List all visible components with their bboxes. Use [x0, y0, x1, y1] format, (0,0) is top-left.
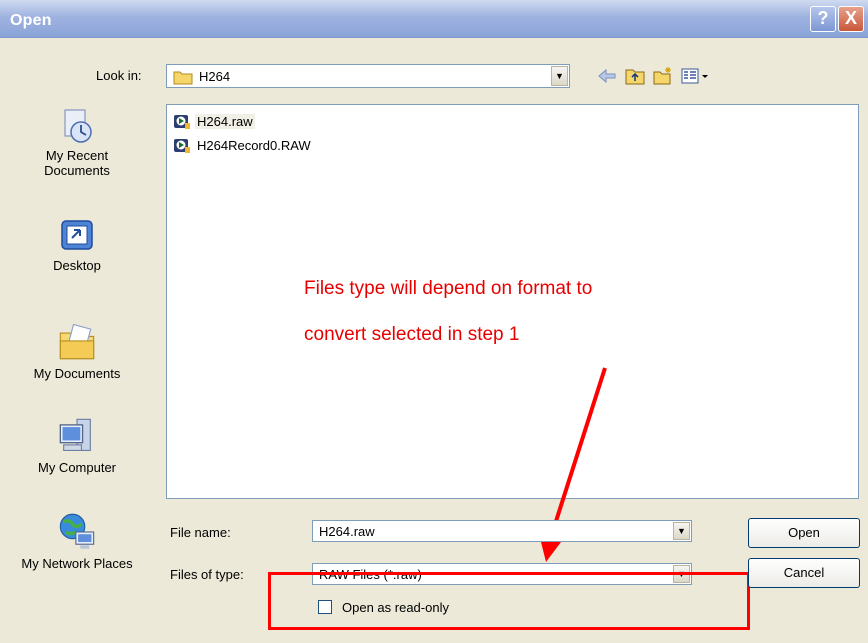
place-label: My Documents	[33, 366, 121, 381]
my-documents-icon	[59, 323, 95, 360]
annotation-line-1: Files type will depend on format to	[304, 278, 593, 299]
folder-icon	[173, 71, 193, 85]
back-arrow-icon[interactable]	[596, 66, 618, 86]
help-button[interactable]: ?	[810, 6, 836, 32]
window-title: Open	[10, 12, 52, 29]
file-name: H264.raw	[195, 114, 255, 129]
open-button[interactable]: Open	[748, 518, 860, 548]
recent-documents-icon	[64, 109, 92, 143]
file-list[interactable]: H264.raw H264Record0.RAW	[166, 104, 859, 499]
look-in-value: H264	[199, 69, 231, 84]
place-my-network-places[interactable]: My Network Places	[14, 512, 140, 571]
place-label: My Computer	[37, 460, 117, 475]
file-name: H264Record0.RAW	[197, 138, 311, 153]
look-in-dropdown[interactable]: H264 ▼	[166, 64, 570, 88]
place-label: My Recent Documents	[44, 148, 110, 178]
places-bar: My Recent Documents Desktop My Documents…	[14, 98, 140, 628]
file-name-value: H264.raw	[319, 524, 375, 539]
place-my-documents[interactable]: My Documents	[14, 322, 140, 381]
up-folder-icon[interactable]	[624, 66, 646, 86]
chevron-down-icon[interactable]: ▼	[551, 66, 568, 86]
desktop-icon	[61, 220, 93, 250]
chevron-down-icon[interactable]: ▼	[673, 522, 690, 540]
media-file-icon	[174, 115, 190, 129]
my-computer-icon	[59, 418, 91, 451]
file-name-label: File name:	[170, 525, 231, 540]
highlight-box	[268, 572, 750, 630]
views-menu-icon[interactable]	[680, 66, 710, 86]
network-places-icon	[59, 513, 95, 549]
media-file-icon	[174, 139, 190, 153]
cancel-button[interactable]: Cancel	[748, 558, 860, 588]
place-my-recent-documents[interactable]: My Recent Documents	[14, 108, 140, 178]
file-type-label: Files of type:	[170, 567, 244, 582]
close-button[interactable]: X	[838, 6, 864, 32]
file-name-input[interactable]: H264.raw ▼	[312, 520, 692, 542]
place-label: My Network Places	[21, 556, 133, 571]
new-folder-icon[interactable]	[652, 66, 674, 86]
annotation-line-2: convert selected in step 1	[304, 324, 520, 345]
place-label: Desktop	[53, 258, 101, 273]
place-my-computer[interactable]: My Computer	[14, 416, 140, 475]
look-in-label: Look in:	[96, 68, 142, 83]
title-bar[interactable]: Open ? X	[0, 0, 868, 38]
place-desktop[interactable]: Desktop	[14, 218, 140, 273]
